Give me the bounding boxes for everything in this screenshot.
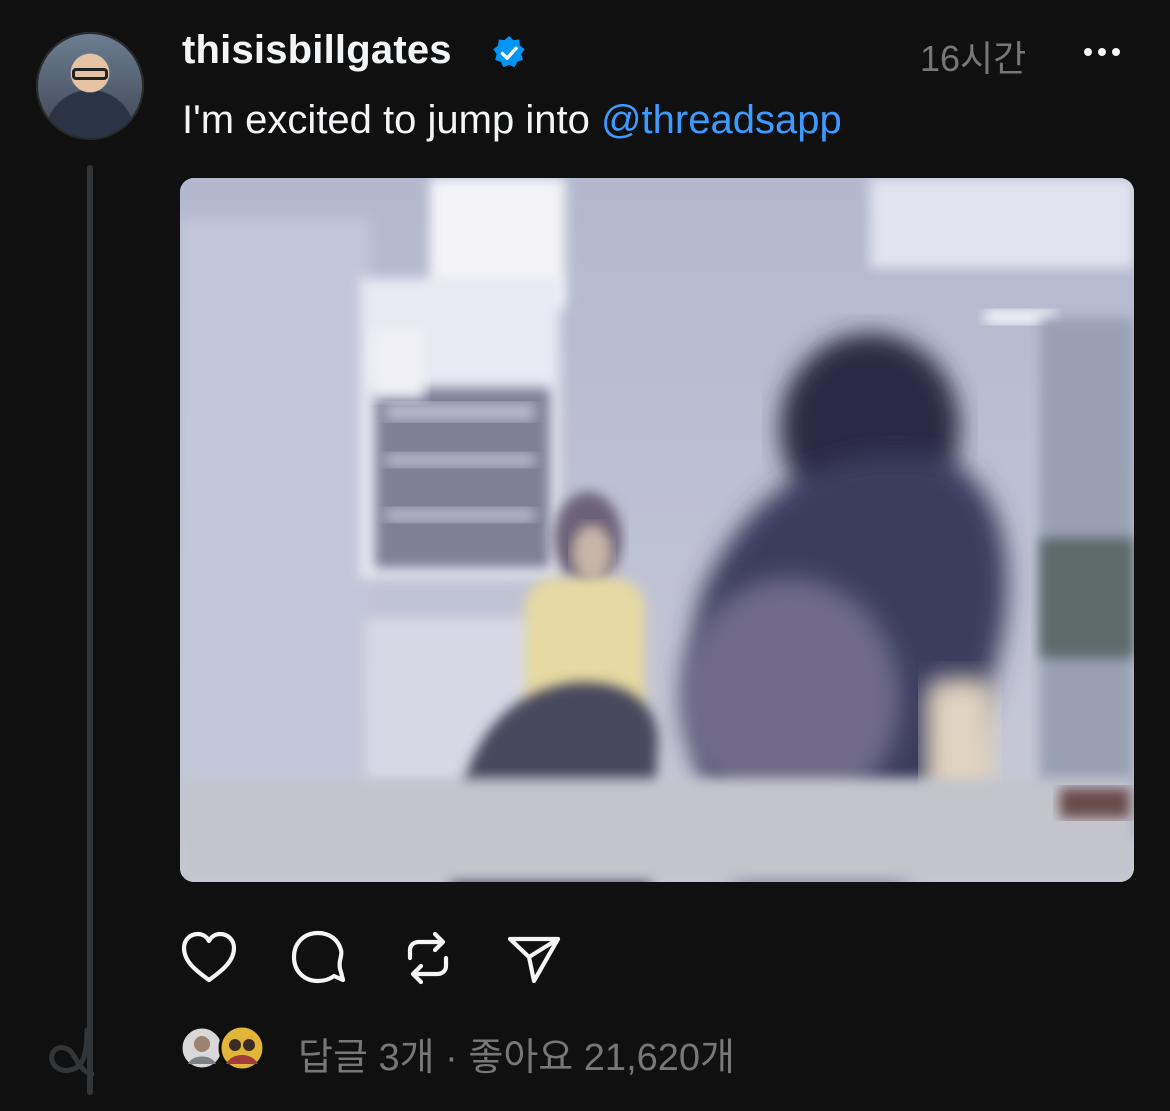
post-stats: 답글 3개 · 좋아요 21,620개 (298, 1026, 735, 1081)
post-timestamp: 16시간 (920, 38, 1027, 79)
video-frame-scene (180, 178, 1134, 882)
heart-icon[interactable] (179, 928, 239, 988)
author-username[interactable]: thisisbillgates (182, 28, 452, 73)
thread-line (87, 165, 93, 1095)
post-text: I'm excited to jump into @threadsapp (182, 98, 842, 143)
verified-badge-icon (493, 35, 525, 68)
thread-loop-icon (49, 1027, 95, 1077)
repost-icon[interactable] (398, 928, 458, 988)
author-avatar[interactable] (36, 32, 144, 140)
avatar-glasses-detail (72, 68, 108, 80)
like-count[interactable]: 좋아요 21,620개 (468, 1037, 735, 1079)
post-text-body: I'm excited to jump into (182, 98, 601, 142)
reply-count[interactable]: 답글 3개 (298, 1037, 435, 1079)
comment-icon[interactable] (289, 928, 349, 988)
mention-link[interactable]: @threadsapp (601, 98, 842, 142)
stats-separator: · (434, 1037, 469, 1079)
reply-avatars[interactable] (180, 1024, 270, 1072)
more-options-icon[interactable] (1078, 32, 1126, 72)
send-icon[interactable] (504, 928, 564, 988)
post-media-video[interactable] (180, 178, 1134, 882)
